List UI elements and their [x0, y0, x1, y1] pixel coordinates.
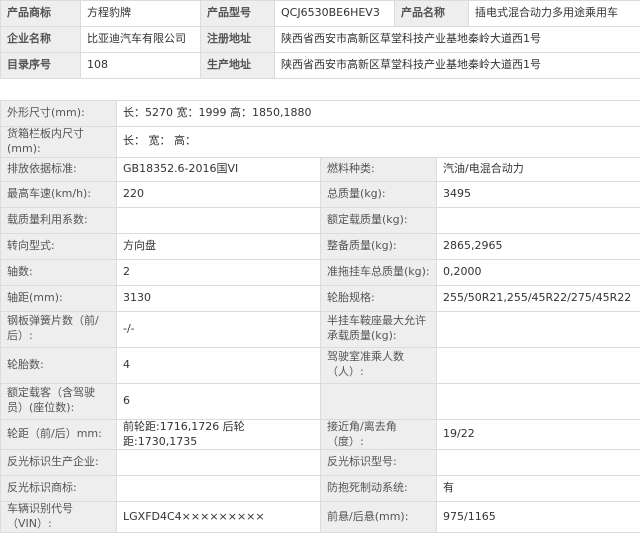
product-row: 企业名称 比亚迪汽车有限公司 注册地址 陕西省西安市高新区草堂科技产业基地秦岭大…: [0, 26, 640, 53]
value-registered-address: 陕西省西安市高新区草堂科技产业基地秦岭大道西1号: [274, 26, 640, 53]
value-dimensions: 长：5270 宽：1999 高：1850,1880: [116, 100, 640, 127]
spec-value: 0,2000: [436, 258, 640, 286]
spec-row: 轴数: 2 准拖挂车总质量(kg): 0,2000: [0, 258, 640, 286]
spec-label: 反光标识型号:: [320, 449, 437, 477]
label-model: 产品型号: [200, 0, 275, 27]
spec-value: 220: [116, 180, 321, 208]
spec-row: 轮胎数: 4 驾驶室准乘人数（人）:: [0, 346, 640, 384]
label-production-address: 生产地址: [200, 52, 275, 79]
value-model: QCJ6530BE6HEV3: [274, 0, 395, 27]
product-row: 产品商标 方程豹牌 产品型号 QCJ6530BE6HEV3 产品名称 插电式混合…: [0, 0, 640, 27]
value-brand: 方程豹牌: [80, 0, 201, 27]
spec-row: 载质量利用系数: 额定载质量(kg):: [0, 206, 640, 234]
spec-label: 转向型式:: [0, 232, 117, 260]
product-row: 目录序号 108 生产地址 陕西省西安市高新区草堂科技产业基地秦岭大道西1号: [0, 52, 640, 79]
spec-row: 额定载客（含驾驶员）(座位数): 6: [0, 382, 640, 420]
label-dimensions: 外形尺寸(mm):: [0, 100, 117, 127]
spec-row: 排放依据标准: GB18352.6-2016国VI 燃料种类: 汽油/电混合动力: [0, 156, 640, 182]
value-catalog-number: 108: [80, 52, 201, 79]
spec-label: 轮距（前/后）mm:: [0, 418, 117, 451]
label-product-name: 产品名称: [394, 0, 469, 27]
spec-label: 准拖挂车总质量(kg):: [320, 258, 437, 286]
spec-label: 轮胎数:: [0, 346, 117, 384]
spec-row: 转向型式: 方向盘 整备质量(kg): 2865,2965: [0, 232, 640, 260]
label-registered-address: 注册地址: [200, 26, 275, 53]
spec-value: -/-: [116, 310, 321, 348]
spec-label: 排放依据标准:: [0, 156, 117, 182]
spec-label: [320, 382, 437, 420]
spec-label: 载质量利用系数:: [0, 206, 117, 234]
spec-label: 燃料种类:: [320, 156, 437, 182]
spec-label: 钢板弹簧片数（前/后）:: [0, 310, 117, 348]
spec-row: 钢板弹簧片数（前/后）: -/- 半挂车鞍座最大允许承载质量(kg):: [0, 310, 640, 348]
spec-row: 反光标识生产企业: 反光标识型号:: [0, 449, 640, 477]
value-production-address: 陕西省西安市高新区草堂科技产业基地秦岭大道西1号: [274, 52, 640, 79]
spec-value: LGXFD4C4×××××××××: [116, 501, 321, 534]
spec-label: 轮胎规格:: [320, 284, 437, 312]
spec-label: 轴数:: [0, 258, 117, 286]
spec-label: 额定载质量(kg):: [320, 206, 437, 234]
spec-value: [116, 449, 321, 477]
value-company: 比亚迪汽车有限公司: [80, 26, 201, 53]
spec-label: 反光标识商标:: [0, 475, 117, 503]
spec-table: 外形尺寸(mm): 长：5270 宽：1999 高：1850,1880 货箱栏板…: [0, 100, 640, 534]
label-company: 企业名称: [0, 26, 81, 53]
spec-label: 总质量(kg):: [320, 180, 437, 208]
spec-value: 前轮距:1716,1726 后轮距:1730,1735: [116, 418, 321, 451]
spec-value: 19/22: [436, 418, 640, 451]
spec-label: 轴距(mm):: [0, 284, 117, 312]
spec-row: 反光标识商标: 防抱死制动系统: 有: [0, 475, 640, 503]
label-catalog-number: 目录序号: [0, 52, 81, 79]
spec-value: 255/50R21,255/45R22/275/45R22: [436, 284, 640, 312]
spec-label: 接近角/离去角（度）:: [320, 418, 437, 451]
label-cargo-box: 货箱栏板内尺寸(mm):: [0, 126, 117, 158]
spec-value: 3495: [436, 180, 640, 208]
label-brand: 产品商标: [0, 0, 81, 27]
spec-value: 4: [116, 346, 321, 384]
spec-value: 汽油/电混合动力: [436, 156, 640, 182]
spec-value: 方向盘: [116, 232, 321, 260]
product-info-table: 产品商标 方程豹牌 产品型号 QCJ6530BE6HEV3 产品名称 插电式混合…: [0, 0, 640, 79]
spec-label: 反光标识生产企业:: [0, 449, 117, 477]
spec-label: 车辆识别代号（VIN）:: [0, 501, 117, 534]
spec-label: 防抱死制动系统:: [320, 475, 437, 503]
spec-label: 半挂车鞍座最大允许承载质量(kg):: [320, 310, 437, 348]
spec-label: 额定载客（含驾驶员）(座位数):: [0, 382, 117, 420]
spec-row: 货箱栏板内尺寸(mm): 长： 宽： 高：: [0, 126, 640, 158]
spec-value: [116, 475, 321, 503]
value-product-name: 插电式混合动力多用途乘用车: [468, 0, 640, 27]
spec-value: [436, 310, 640, 348]
spec-value: GB18352.6-2016国VI: [116, 156, 321, 182]
spec-row: 外形尺寸(mm): 长：5270 宽：1999 高：1850,1880: [0, 100, 640, 127]
spec-value: [436, 206, 640, 234]
spec-row: 轴距(mm): 3130 轮胎规格: 255/50R21,255/45R22/2…: [0, 284, 640, 312]
spec-row: 轮距（前/后）mm: 前轮距:1716,1726 后轮距:1730,1735 接…: [0, 418, 640, 451]
spec-value: 3130: [116, 284, 321, 312]
spec-value: [436, 449, 640, 477]
spec-value: 2: [116, 258, 321, 286]
spec-row: 车辆识别代号（VIN）: LGXFD4C4××××××××× 前悬/后悬(mm)…: [0, 501, 640, 534]
spec-value: [436, 382, 640, 420]
spec-label: 最高车速(km/h):: [0, 180, 117, 208]
value-cargo-box: 长： 宽： 高：: [116, 126, 640, 158]
spec-value: 有: [436, 475, 640, 503]
spec-value: [436, 346, 640, 384]
spec-value: 6: [116, 382, 321, 420]
spec-label: 驾驶室准乘人数（人）:: [320, 346, 437, 384]
spec-label: 整备质量(kg):: [320, 232, 437, 260]
spec-label: 前悬/后悬(mm):: [320, 501, 437, 534]
spec-row: 最高车速(km/h): 220 总质量(kg): 3495: [0, 180, 640, 208]
spec-value: [116, 206, 321, 234]
spec-value: 975/1165: [436, 501, 640, 534]
spec-value: 2865,2965: [436, 232, 640, 260]
